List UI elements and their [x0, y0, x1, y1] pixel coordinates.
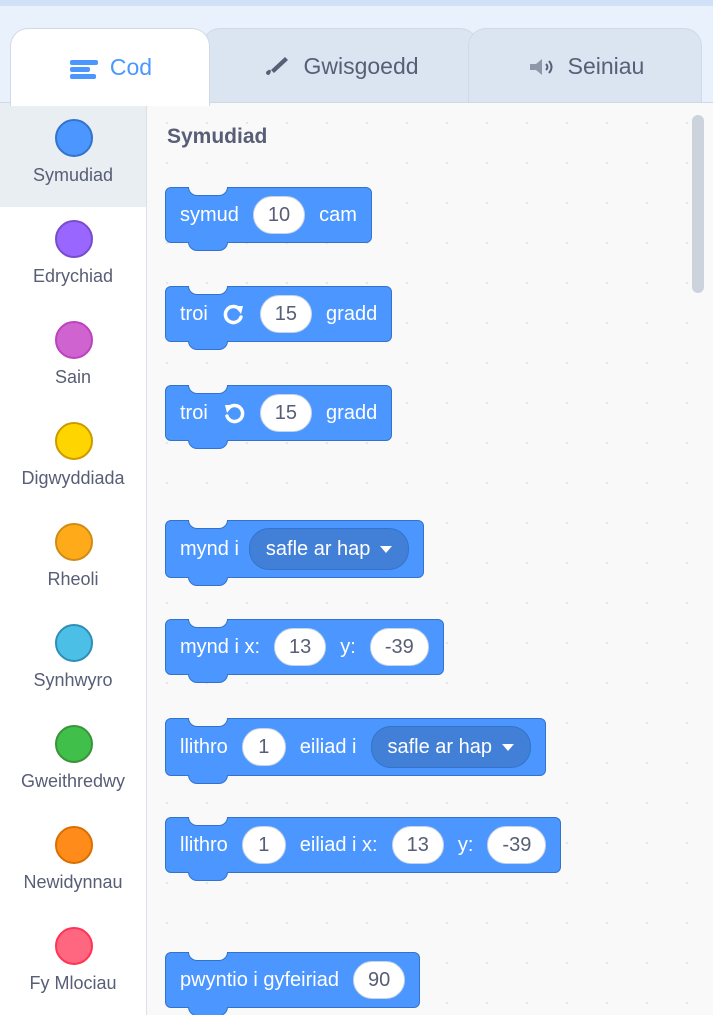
dropdown-value: safle ar hap — [387, 735, 493, 758]
block-text: mynd i — [180, 537, 239, 560]
category-dot-icon — [55, 220, 93, 258]
category-dot-icon — [55, 523, 93, 561]
block-text: troi — [180, 302, 208, 325]
seconds-input[interactable]: 1 — [241, 728, 286, 766]
category-dot-icon — [55, 927, 93, 965]
block-text: gradd — [326, 401, 378, 424]
block-text: llithro — [180, 833, 228, 856]
category-dot-icon — [55, 826, 93, 864]
editor-tabs: Cod Gwisgoedd Seiniau — [0, 6, 713, 106]
category-operators[interactable]: Gweithredwy — [0, 709, 146, 813]
block-text: llithro — [180, 735, 228, 758]
block-glide-to-xy[interactable]: llithro 1 eiliad i x: 13 y: -39 — [165, 817, 562, 881]
speaker-icon — [529, 58, 553, 75]
category-sensing[interactable]: Synhwyro — [0, 608, 146, 712]
block-text: y: — [340, 635, 356, 658]
block-text: gradd — [326, 302, 378, 325]
chevron-down-icon — [380, 545, 393, 553]
tab-code[interactable]: Cod — [10, 28, 210, 106]
seconds-input[interactable]: 1 — [241, 826, 286, 864]
block-point-in-direction[interactable]: pwyntio i gyfeiriad 90 — [165, 952, 421, 1015]
steps-input[interactable]: 10 — [252, 196, 306, 234]
block-turn-left[interactable]: troi 15 gradd — [165, 385, 393, 449]
category-variables[interactable]: Newidynnau — [0, 810, 146, 914]
category-motion[interactable]: Symudiad — [0, 103, 146, 207]
block-text: pwyntio i gyfeiriad — [180, 968, 339, 991]
tab-code-label: Cod — [109, 54, 153, 80]
category-looks[interactable]: Edrychiad — [0, 204, 146, 308]
block-glide-to[interactable]: llithro 1 eiliad i safle ar hap — [165, 718, 547, 784]
y-input[interactable]: -39 — [369, 628, 429, 666]
direction-input[interactable]: 90 — [352, 961, 406, 999]
category-dot-icon — [55, 624, 93, 662]
category-events[interactable]: Digwyddiada — [0, 406, 146, 510]
category-label: Newidynnau — [23, 872, 123, 892]
category-sound[interactable]: Sain — [0, 305, 146, 409]
category-label: Digwyddiada — [21, 468, 125, 488]
code-icon — [69, 59, 98, 79]
target-dropdown[interactable]: safle ar hap — [370, 726, 532, 768]
block-text: troi — [180, 401, 208, 424]
category-control[interactable]: Rheoli — [0, 507, 146, 611]
category-label: Gweithredwy — [20, 771, 126, 791]
block-turn-right[interactable]: troi 15 gradd — [165, 286, 393, 350]
category-dot-icon — [55, 725, 93, 763]
category-label: Rheoli — [47, 569, 99, 589]
block-text: eiliad i x: — [299, 833, 378, 856]
scrollbar[interactable] — [692, 115, 704, 293]
tab-costumes[interactable]: Gwisgoedd — [202, 28, 478, 104]
dropdown-value: safle ar hap — [265, 537, 371, 560]
x-input[interactable]: 13 — [274, 628, 327, 666]
y-input[interactable]: -39 — [487, 826, 547, 864]
category-dot-icon — [55, 119, 93, 157]
code-area: Symudiad Edrychiad Sain Digwyddiada Rheo… — [0, 102, 713, 1015]
block-text: mynd i x: — [180, 635, 261, 658]
category-label: Edrychiad — [32, 266, 114, 286]
section-title: Symudiad — [167, 125, 268, 148]
category-dot-icon — [55, 321, 93, 359]
category-label: Symudiad — [32, 165, 114, 185]
category-label: Sain — [54, 367, 92, 387]
block-go-to-xy[interactable]: mynd i x: 13 y: -39 — [165, 619, 444, 683]
degrees-input[interactable]: 15 — [259, 295, 313, 333]
category-menu: Symudiad Edrychiad Sain Digwyddiada Rheo… — [0, 103, 147, 1015]
target-dropdown[interactable]: safle ar hap — [248, 528, 410, 570]
block-text: symud — [180, 203, 239, 226]
rotate-left-icon — [224, 403, 245, 424]
chevron-down-icon — [502, 743, 515, 751]
tab-costumes-label: Gwisgoedd — [303, 53, 419, 79]
block-text: eiliad i — [299, 735, 357, 758]
category-label: Synhwyro — [33, 670, 113, 690]
tab-sounds[interactable]: Seiniau — [468, 28, 702, 104]
category-label: Fy Mlociau — [29, 973, 117, 993]
paintbrush-icon — [266, 56, 289, 75]
block-move-steps[interactable]: symud 10 cam — [165, 187, 372, 251]
block-text: y: — [457, 833, 474, 856]
rotate-right-icon — [223, 304, 243, 325]
category-my-blocks[interactable]: Fy Mlociau — [0, 911, 146, 1015]
tab-sounds-label: Seiniau — [567, 53, 645, 79]
degrees-input[interactable]: 15 — [259, 394, 313, 432]
block-text: cam — [319, 203, 357, 226]
x-input[interactable]: 13 — [391, 826, 444, 864]
block-palette: Symudiad symud 10 cam troi 15 gradd troi… — [147, 103, 713, 1015]
category-dot-icon — [55, 422, 93, 460]
block-go-to[interactable]: mynd i safle ar hap — [165, 520, 425, 586]
